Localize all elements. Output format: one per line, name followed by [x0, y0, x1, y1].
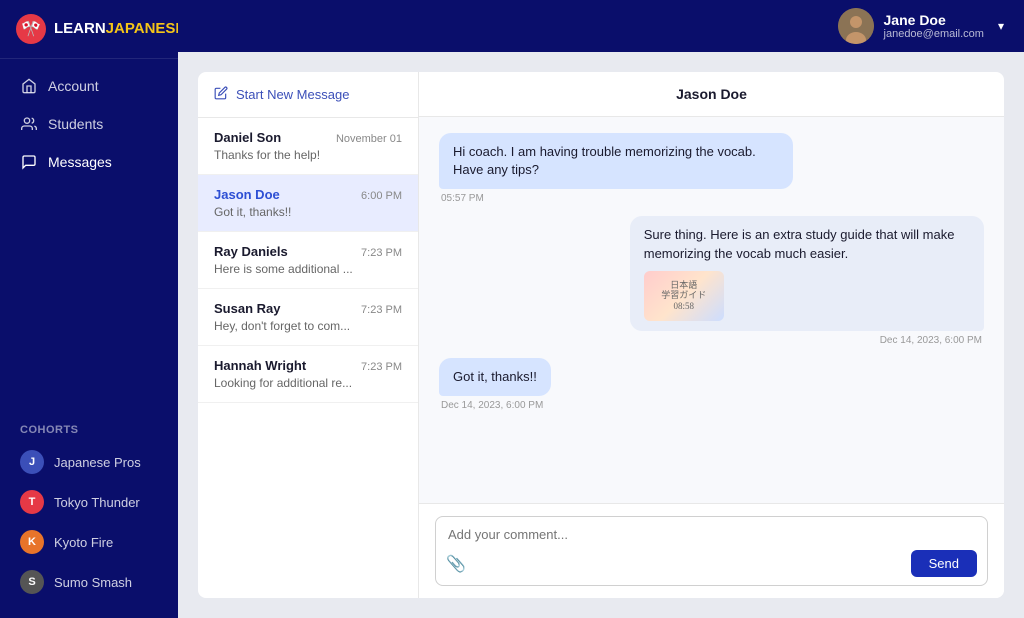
cohort-label-japanese-pros: Japanese Pros	[54, 455, 141, 470]
message-list-item-susan[interactable]: Susan Ray 7:23 PM Hey, don't forget to c…	[198, 289, 418, 346]
msg-name-hannah: Hannah Wright	[214, 358, 306, 373]
msg-preview-ray: Here is some additional ...	[214, 262, 402, 276]
main-area: Jane Doe janedoe@email.com ▾ Start New M…	[178, 0, 1024, 618]
messages-icon	[20, 153, 38, 171]
logo-text: LEARNJAPANESE	[54, 20, 185, 38]
new-message-button[interactable]: Start New Message	[198, 72, 418, 118]
chat-message-3: Got it, thanks!! Dec 14, 2023, 6:00 PM	[439, 358, 984, 411]
content-area: Start New Message Daniel Son November 01…	[178, 52, 1024, 618]
bubble-time-1: 05:57 PM	[439, 193, 486, 204]
message-list-item-daniel[interactable]: Daniel Son November 01 Thanks for the he…	[198, 118, 418, 175]
chat-message-1: Hi coach. I am having trouble memorizing…	[439, 133, 984, 204]
cohort-badge-tokyo-thunder: T	[20, 490, 44, 514]
messages-list-panel: Start New Message Daniel Son November 01…	[198, 72, 418, 598]
msg-time-susan: 7:23 PM	[361, 304, 402, 316]
new-message-label: Start New Message	[236, 87, 349, 102]
msg-name-susan: Susan Ray	[214, 301, 280, 316]
topbar: Jane Doe janedoe@email.com ▾	[178, 0, 1024, 52]
send-button[interactable]: Send	[911, 550, 977, 577]
chevron-down-icon: ▾	[998, 19, 1004, 33]
msg-preview-susan: Hey, don't forget to com...	[214, 319, 402, 333]
sidebar-item-account[interactable]: Account	[0, 67, 178, 105]
comment-input[interactable]	[448, 527, 975, 542]
bubble-text-2: Sure thing. Here is an extra study guide…	[644, 227, 955, 260]
students-label: Students	[48, 116, 103, 132]
message-list-item-jason[interactable]: Jason Doe 6:00 PM Got it, thanks!!	[198, 175, 418, 232]
cohort-label-sumo-smash: Sumo Smash	[54, 575, 132, 590]
cohort-sumo-smash[interactable]: S Sumo Smash	[0, 562, 178, 602]
cohort-badge-kyoto-fire: K	[20, 530, 44, 554]
bubble-time-3: Dec 14, 2023, 6:00 PM	[439, 400, 545, 411]
cohort-badge-japanese-pros: J	[20, 450, 44, 474]
logo: 🎌 LEARNJAPANESE	[0, 0, 178, 59]
message-list: Daniel Son November 01 Thanks for the he…	[198, 118, 418, 598]
msg-name-jason: Jason Doe	[214, 187, 280, 202]
sidebar-item-students[interactable]: Students	[0, 105, 178, 143]
home-icon	[20, 77, 38, 95]
cohort-japanese-pros[interactable]: J Japanese Pros	[0, 442, 178, 482]
cohorts-section: Cohorts J Japanese Pros T Tokyo Thunder …	[0, 408, 178, 618]
account-label: Account	[48, 78, 99, 94]
user-details: Jane Doe janedoe@email.com	[884, 12, 984, 40]
message-list-item-hannah[interactable]: Hannah Wright 7:23 PM Looking for additi…	[198, 346, 418, 403]
msg-name-ray: Ray Daniels	[214, 244, 288, 259]
msg-time-daniel: November 01	[336, 133, 402, 145]
logo-japanese: JAPANESE	[106, 20, 186, 37]
msg-preview-hannah: Looking for additional re...	[214, 376, 402, 390]
cohort-label-tokyo-thunder: Tokyo Thunder	[54, 495, 140, 510]
msg-time-jason: 6:00 PM	[361, 190, 402, 202]
nav-section: Account Students Messages	[0, 59, 178, 408]
user-name: Jane Doe	[884, 12, 984, 28]
bubble-time-2: Dec 14, 2023, 6:00 PM	[878, 335, 984, 346]
msg-preview-daniel: Thanks for the help!	[214, 148, 402, 162]
input-toolbar: 📎 Send	[446, 550, 977, 577]
cohorts-label: Cohorts	[0, 416, 178, 442]
image-text: 日本語学習ガイド08:58	[657, 276, 710, 316]
logo-icon: 🎌	[16, 14, 46, 44]
message-list-item-ray[interactable]: Ray Daniels 7:23 PM Here is some additio…	[198, 232, 418, 289]
sidebar: 🎌 LEARNJAPANESE Account Students Message…	[0, 0, 178, 618]
logo-learn: LEARN	[54, 20, 106, 37]
bubble-text-1: Hi coach. I am having trouble memorizing…	[439, 133, 793, 189]
edit-icon	[214, 86, 228, 103]
user-menu[interactable]: Jane Doe janedoe@email.com ▾	[838, 8, 1004, 44]
bubble-2: Sure thing. Here is an extra study guide…	[630, 216, 984, 330]
chat-input-area: 📎 Send	[419, 503, 1004, 598]
bubble-text-3: Got it, thanks!!	[439, 358, 551, 396]
cohort-badge-sumo-smash: S	[20, 570, 44, 594]
user-email: janedoe@email.com	[884, 28, 984, 40]
attach-icon[interactable]: 📎	[446, 554, 466, 574]
chat-messages: Hi coach. I am having trouble memorizing…	[419, 117, 1004, 503]
bubble-image: 日本語学習ガイド08:58	[644, 271, 724, 321]
chat-panel: Jason Doe Hi coach. I am having trouble …	[418, 72, 1004, 598]
msg-name-daniel: Daniel Son	[214, 130, 281, 145]
chat-input-box: 📎 Send	[435, 516, 988, 586]
cohort-label-kyoto-fire: Kyoto Fire	[54, 535, 113, 550]
chat-header: Jason Doe	[419, 72, 1004, 117]
msg-time-ray: 7:23 PM	[361, 247, 402, 259]
msg-preview-jason: Got it, thanks!!	[214, 205, 402, 219]
avatar	[838, 8, 874, 44]
cohort-kyoto-fire[interactable]: K Kyoto Fire	[0, 522, 178, 562]
msg-time-hannah: 7:23 PM	[361, 361, 402, 373]
sidebar-item-messages[interactable]: Messages	[0, 143, 178, 181]
users-icon	[20, 115, 38, 133]
cohort-tokyo-thunder[interactable]: T Tokyo Thunder	[0, 482, 178, 522]
chat-message-2: Sure thing. Here is an extra study guide…	[439, 216, 984, 345]
messages-label: Messages	[48, 154, 112, 170]
